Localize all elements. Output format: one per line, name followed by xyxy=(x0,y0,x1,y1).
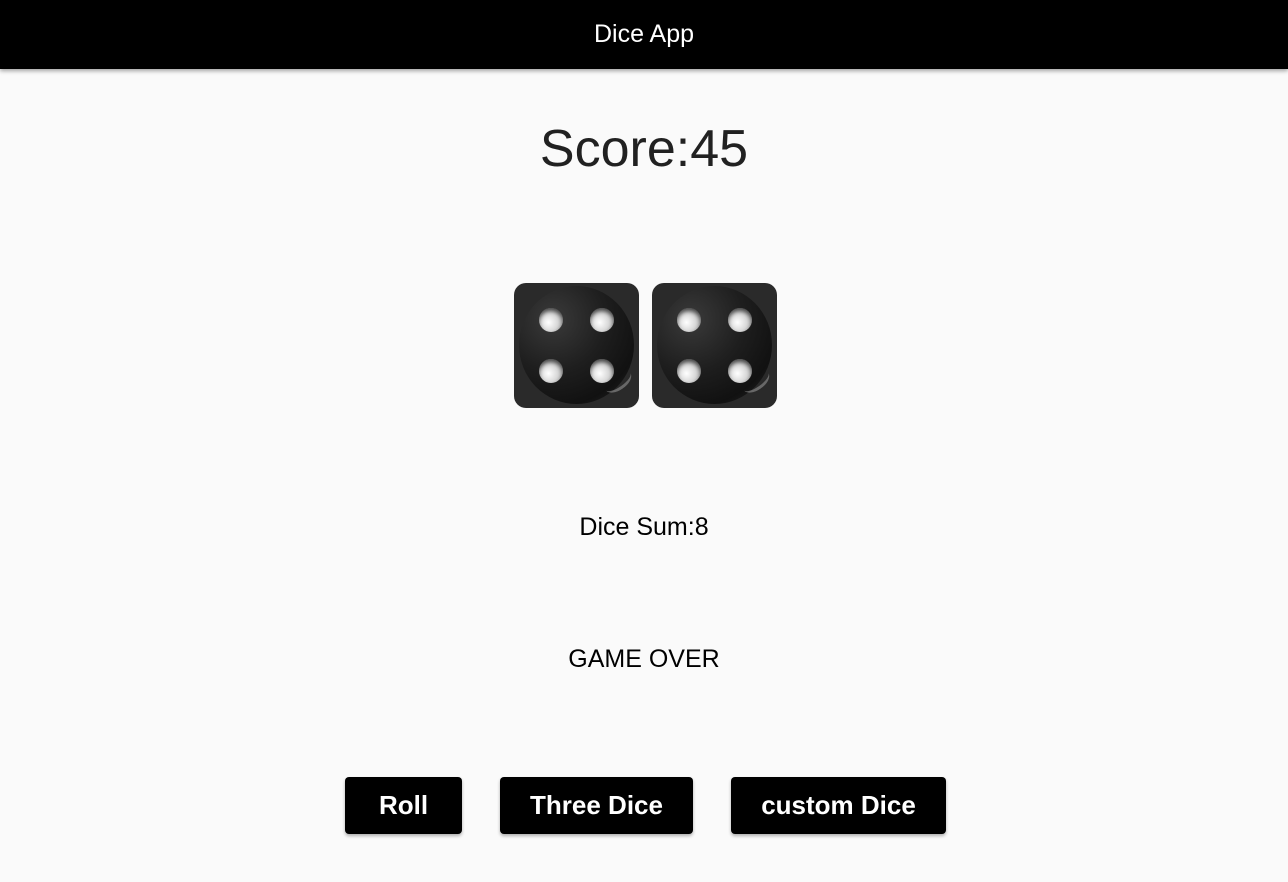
pip xyxy=(539,308,563,332)
pip xyxy=(590,308,614,332)
die-2 xyxy=(652,283,777,408)
game-over-label: GAME OVER xyxy=(568,645,720,673)
dice-sum-label: Dice Sum:8 xyxy=(579,513,709,541)
app-bar: Dice App xyxy=(0,0,1288,69)
pip xyxy=(728,359,752,383)
roll-button[interactable]: Roll xyxy=(345,777,462,834)
die-1 xyxy=(514,283,639,408)
pip xyxy=(539,359,563,383)
pip xyxy=(728,308,752,332)
pip xyxy=(677,359,701,383)
custom-dice-button[interactable]: custom Dice xyxy=(731,777,946,834)
pip xyxy=(677,308,701,332)
three-dice-button[interactable]: Three Dice xyxy=(500,777,693,834)
pip xyxy=(590,359,614,383)
score-label: Score:45 xyxy=(539,120,749,178)
app-title: Dice App xyxy=(593,20,695,48)
dice-row xyxy=(514,283,777,408)
